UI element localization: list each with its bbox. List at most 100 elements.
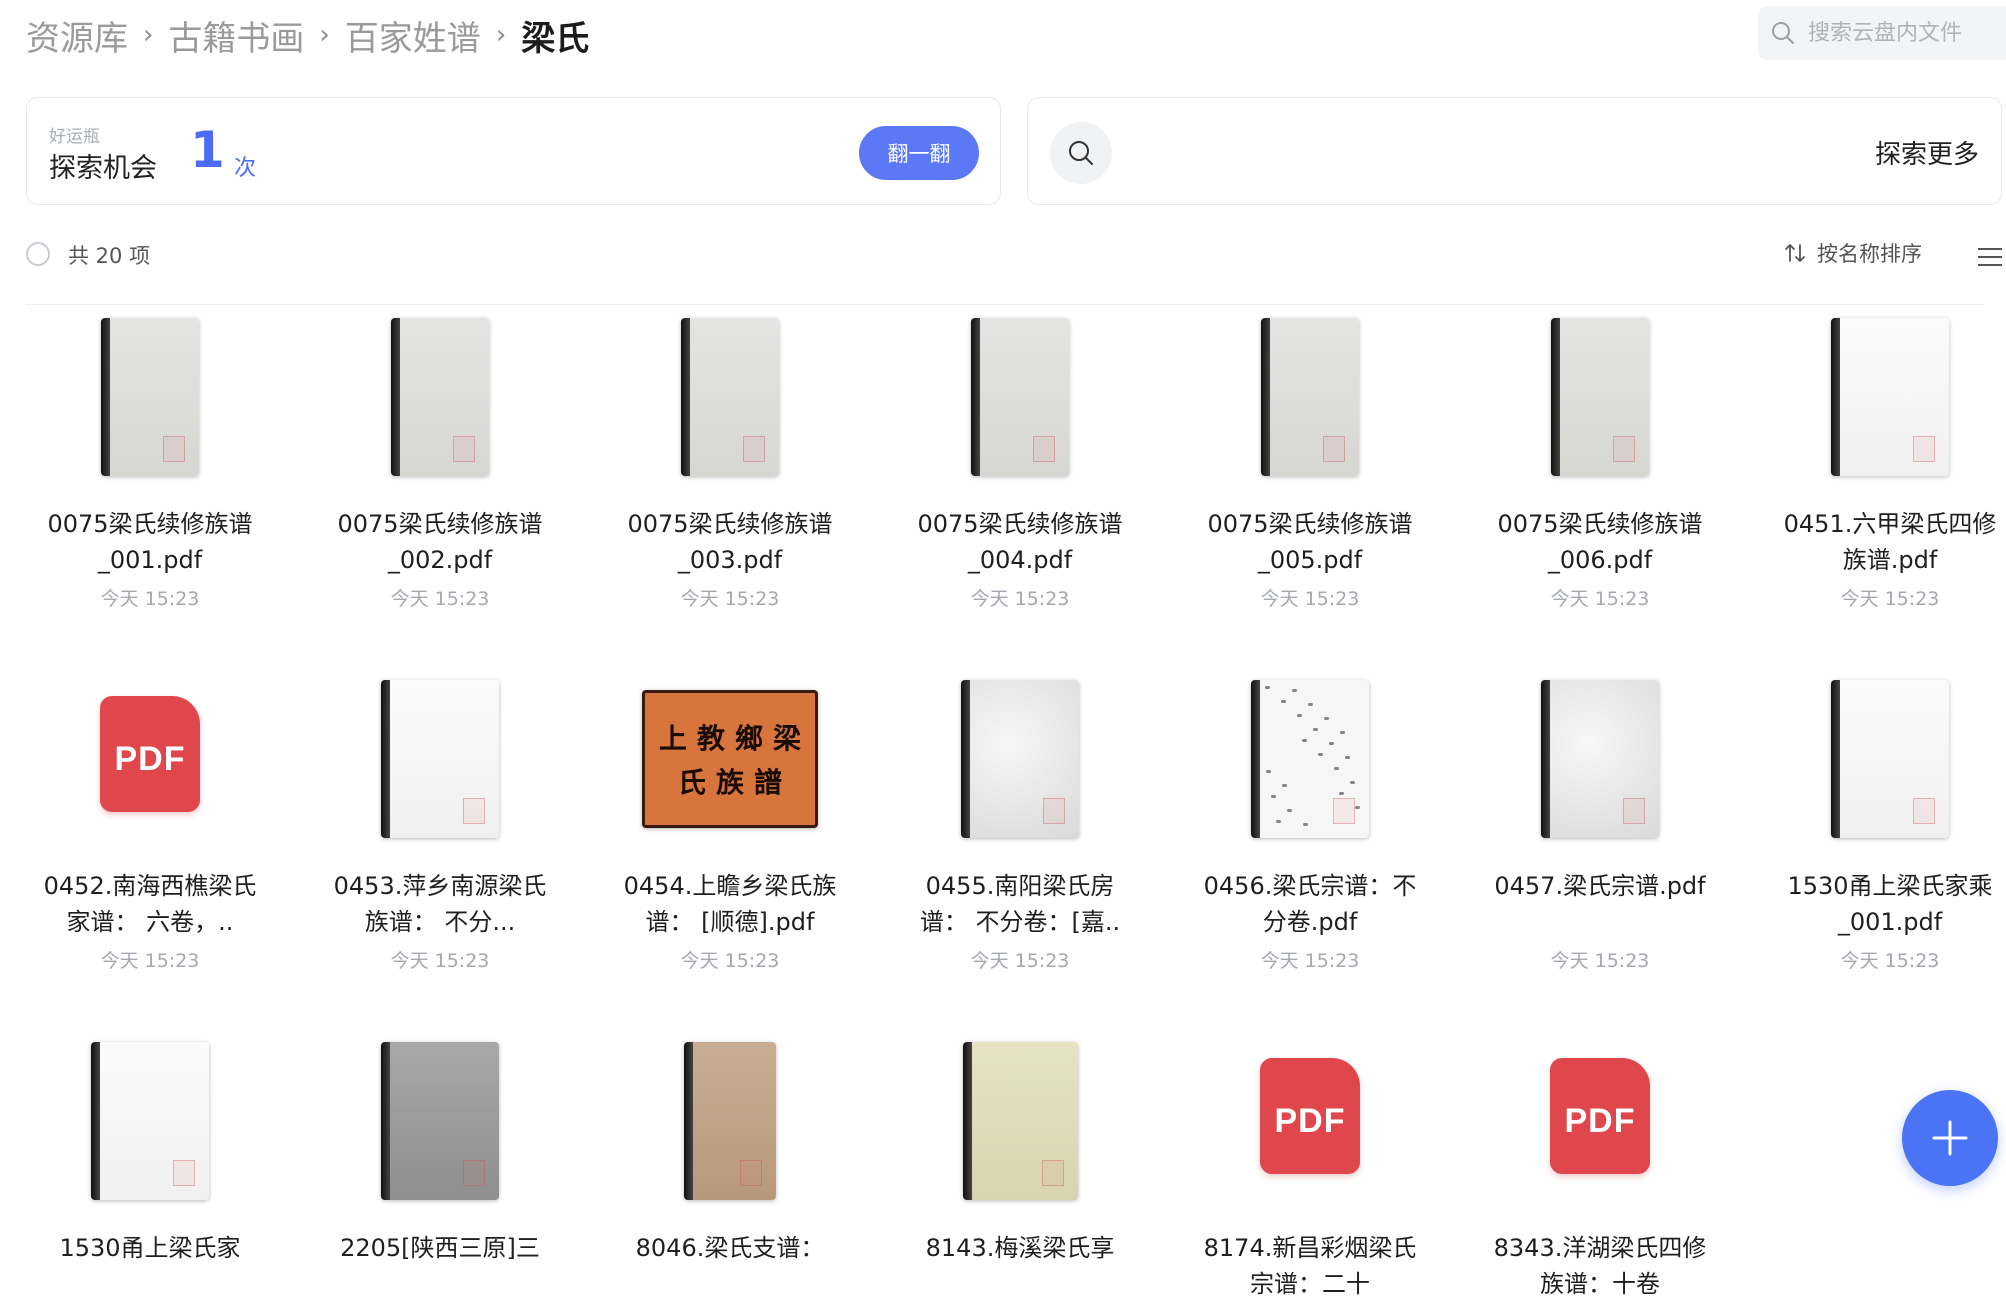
file-modified-time: 今天 15:23 [1550, 950, 1650, 972]
search-box[interactable] [1758, 6, 2006, 60]
file-item[interactable]: PDF 8174.新昌彩烟梁氏宗谱：二十 [1195, 1042, 1425, 1302]
file-name: 0454.上瞻乡梁氏族谱： [顺德].pdf [623, 872, 837, 936]
explore-card[interactable]: 探索更多 [1027, 97, 2002, 205]
file-item[interactable]: 0457.梁氏宗谱.pdf 今天 15:23 [1485, 680, 1715, 973]
file-modified-time: 今天 15:23 [970, 588, 1070, 610]
file-thumbnail[interactable]: 上教鄉梁氏族譜 [615, 680, 845, 840]
file-thumbnail[interactable] [1485, 680, 1715, 840]
book-spine [1831, 680, 1840, 838]
add-button[interactable] [1902, 1090, 1998, 1186]
file-thumbnail[interactable] [905, 1042, 1135, 1202]
file-item[interactable]: PDF 8343.洋湖梁氏四修族谱：十卷 [1485, 1042, 1715, 1302]
divider [26, 304, 1984, 305]
file-thumbnail[interactable] [35, 1042, 265, 1202]
file-thumbnail[interactable] [615, 318, 845, 478]
speckle [1266, 770, 1271, 773]
select-all-checkbox[interactable] [26, 242, 50, 266]
speckle [1292, 689, 1297, 692]
cover-character: 氏 [677, 766, 706, 799]
seal-stamp [163, 436, 185, 462]
list-toolbar: 共 20 项 按名称排序 [26, 236, 2002, 276]
list-view-icon[interactable] [1976, 246, 2004, 268]
file-modified-time: 今天 15:23 [390, 950, 490, 972]
file-item[interactable]: PDF 0452.南海西樵梁氏家谱： 六卷，.. 今天 15:23 [35, 680, 265, 973]
search-icon [1772, 22, 1794, 44]
file-name: 8343.洋湖梁氏四修族谱：十卷 [1493, 1234, 1707, 1298]
explore-icon[interactable] [1050, 122, 1112, 184]
file-item[interactable]: 1530甬上梁氏家 [35, 1042, 265, 1302]
breadcrumb-separator: › [495, 20, 507, 50]
file-name: 0075梁氏续修族谱_001.pdf [47, 510, 253, 574]
book-cover-orange: 上教鄉梁氏族譜 [642, 690, 818, 828]
cover-character: 族 [715, 766, 744, 799]
seal-stamp [463, 798, 485, 824]
file-name: 0075梁氏续修族谱_004.pdf [917, 510, 1123, 574]
speckle [1287, 809, 1292, 812]
book-spine [961, 680, 970, 838]
flip-button[interactable]: 翻一翻 [859, 126, 979, 180]
seal-stamp [453, 436, 475, 462]
file-thumbnail[interactable] [1195, 680, 1425, 840]
file-thumbnail[interactable]: PDF [1485, 1042, 1715, 1202]
file-thumbnail[interactable] [35, 318, 265, 478]
file-thumbnail[interactable] [1775, 680, 2005, 840]
file-name: 0455.南阳梁氏房谱： 不分卷：[嘉.. [919, 872, 1121, 936]
seal-stamp [173, 1160, 195, 1186]
file-item[interactable]: 上教鄉梁氏族譜 0454.上瞻乡梁氏族谱： [顺德].pdf 今天 15:23 [615, 680, 845, 973]
lucky-title: 探索机会 [49, 153, 157, 184]
file-item[interactable]: 0075梁氏续修族谱_002.pdf 今天 15:23 [325, 318, 555, 611]
book-scan-thumbnail [381, 680, 499, 838]
file-thumbnail[interactable] [325, 680, 555, 840]
file-item[interactable]: 8143.梅溪梁氏享 [905, 1042, 1135, 1302]
file-name: 8046.梁氏支谱： [635, 1234, 825, 1262]
book-scan-thumbnail [1541, 680, 1659, 838]
file-item[interactable]: 0451.六甲梁氏四修族谱.pdf 今天 15:23 [1775, 318, 2005, 611]
file-thumbnail[interactable] [1195, 318, 1425, 478]
file-name: 8143.梅溪梁氏享 [925, 1234, 1115, 1262]
seal-stamp [1033, 436, 1055, 462]
file-item[interactable]: 8046.梁氏支谱： [615, 1042, 845, 1302]
book-spine [962, 1042, 972, 1200]
breadcrumb-item[interactable]: 百家姓谱 [345, 11, 481, 60]
pdf-file-icon: PDF [1260, 1058, 1360, 1174]
file-modified-time: 今天 15:23 [1260, 950, 1360, 972]
lucky-card: 好运瓶 探索机会 1 次 翻一翻 [26, 97, 1001, 205]
file-item[interactable]: 0455.南阳梁氏房谱： 不分卷：[嘉.. 今天 15:23 [905, 680, 1135, 973]
file-thumbnail[interactable] [905, 318, 1135, 478]
sort-icon [1785, 244, 1805, 262]
book-scan-thumbnail [381, 1042, 499, 1200]
file-thumbnail[interactable] [325, 1042, 555, 1202]
speckle [1281, 700, 1286, 703]
file-item[interactable]: 0075梁氏续修族谱_003.pdf 今天 15:23 [615, 318, 845, 611]
file-modified-time: 今天 15:23 [390, 588, 490, 610]
explore-more-link[interactable]: 探索更多 [1875, 134, 1979, 171]
file-item[interactable]: 0075梁氏续修族谱_004.pdf 今天 15:23 [905, 318, 1135, 611]
file-item[interactable]: 0453.萍乡南源梁氏族谱： 不分... 今天 15:23 [325, 680, 555, 973]
seal-stamp [1041, 1160, 1064, 1186]
speckle [1350, 781, 1355, 784]
search-input[interactable] [1806, 19, 2006, 47]
file-item[interactable]: 1530甬上梁氏家乘_001.pdf 今天 15:23 [1775, 680, 2005, 973]
file-item[interactable]: 2205[陕西三原]三 [325, 1042, 555, 1302]
book-spine [1541, 680, 1550, 838]
book-scan-thumbnail [1831, 318, 1949, 476]
file-thumbnail[interactable] [1775, 318, 2005, 478]
seal-stamp [1913, 436, 1935, 462]
file-item[interactable]: 0075梁氏续修族谱_005.pdf 今天 15:23 [1195, 318, 1425, 611]
book-scan-thumbnail [681, 318, 779, 476]
pdf-icon-label: PDF [1564, 1102, 1636, 1140]
file-thumbnail[interactable] [325, 318, 555, 478]
file-modified-time: 今天 15:23 [680, 950, 780, 972]
speckle [1324, 717, 1329, 720]
file-item[interactable]: 0075梁氏续修族谱_006.pdf 今天 15:23 [1485, 318, 1715, 611]
file-thumbnail[interactable]: PDF [1195, 1042, 1425, 1202]
file-thumbnail[interactable]: PDF [35, 680, 265, 840]
file-item[interactable]: 0075梁氏续修族谱_001.pdf 今天 15:23 [35, 318, 265, 611]
file-thumbnail[interactable] [905, 680, 1135, 840]
breadcrumb-item[interactable]: 古籍书画 [168, 11, 304, 60]
breadcrumb-item[interactable]: 资源库 [26, 11, 128, 60]
file-thumbnail[interactable] [615, 1042, 845, 1202]
sort-button[interactable]: 按名称排序 [1783, 238, 1922, 268]
file-item[interactable]: 0456.梁氏宗谱：不分卷.pdf 今天 15:23 [1195, 680, 1425, 973]
file-thumbnail[interactable] [1485, 318, 1715, 478]
